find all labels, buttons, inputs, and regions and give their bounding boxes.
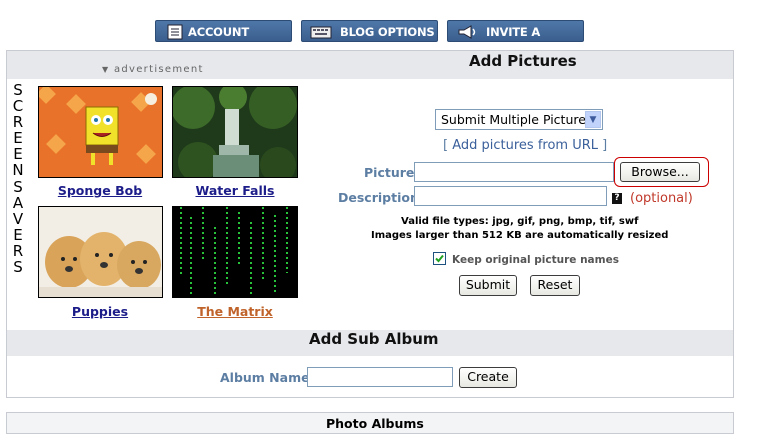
advertisement-label: ▼ advertisement — [102, 64, 204, 75]
mode-select[interactable]: Submit Multiple Pictures ▼ — [435, 109, 603, 130]
keyboard-icon — [310, 26, 332, 39]
caret-down-icon: ▼ — [102, 65, 110, 74]
puppies-thumbnail[interactable] — [38, 206, 163, 298]
matrix-thumbnail[interactable] — [172, 206, 298, 298]
checkmark-icon — [435, 254, 444, 263]
browse-button[interactable]: Browse... — [620, 162, 700, 182]
url-link-row: [ Add pictures from URL ] — [443, 138, 608, 153]
spongebob-link[interactable]: Sponge Bob — [37, 183, 163, 198]
submit-button[interactable]: Submit — [459, 275, 517, 296]
sub-album-title: Add Sub Album — [309, 330, 439, 348]
tab-blog-options[interactable]: Blog Options — [301, 20, 438, 42]
tab-blog-options-label: Blog Options — [340, 25, 435, 39]
picture-label: Picture — [364, 165, 415, 180]
description-label: Description — [338, 190, 419, 205]
tab-account-options[interactable]: Account Options — [155, 20, 292, 61]
file-types-note: Valid file types: jpg, gif, png, bmp, ti… — [401, 216, 639, 227]
matrix-link[interactable]: The Matrix — [172, 304, 298, 319]
reset-button[interactable]: Reset — [530, 275, 580, 296]
waterfalls-link[interactable]: Water Falls — [172, 183, 298, 198]
sub-album-header: Add Sub Album — [7, 330, 733, 356]
create-button[interactable]: Create — [459, 367, 517, 388]
megaphone-icon — [458, 25, 476, 39]
keep-names-checkbox[interactable] — [433, 252, 446, 265]
resize-note: Images larger than 512 KB are automatica… — [371, 230, 669, 241]
waterfalls-thumbnail[interactable] — [172, 86, 298, 178]
screensavers-vertical-text: SCREENSAVERS — [12, 81, 24, 277]
chevron-down-icon[interactable]: ▼ — [585, 111, 601, 128]
album-name-input[interactable] — [307, 367, 453, 387]
puppies-link[interactable]: Puppies — [37, 304, 163, 319]
optional-text: (optional) — [630, 191, 693, 206]
mode-select-value: Submit Multiple Pictures — [441, 112, 593, 127]
description-input[interactable] — [414, 186, 607, 206]
album-name-label: Album Name — [220, 370, 310, 385]
tab-invite-guest[interactable]: Invite a Guest — [447, 20, 584, 61]
list-icon — [167, 24, 183, 40]
help-icon[interactable]: ? — [612, 193, 622, 204]
picture-file-input[interactable] — [414, 162, 614, 182]
photo-albums-title: Photo Albums — [326, 416, 424, 431]
page-title: Add Pictures — [469, 52, 577, 70]
spongebob-thumbnail[interactable] — [38, 86, 163, 178]
keep-names-label: Keep original picture names — [452, 254, 619, 266]
add-pictures-from-url-link[interactable]: Add pictures from URL — [452, 138, 598, 153]
